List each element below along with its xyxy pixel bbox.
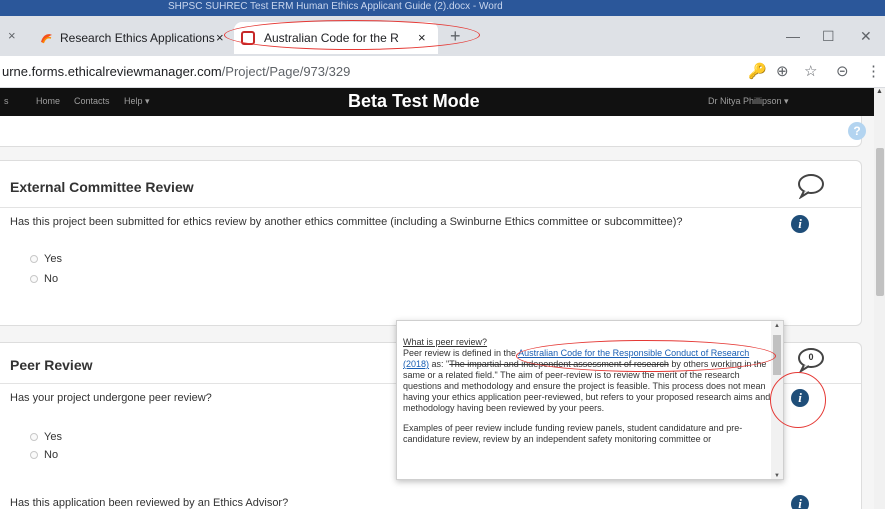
window-close-button[interactable]: ✕ [860,28,872,45]
star-icon[interactable]: ☆ [804,62,817,80]
comment-count: 0 [808,352,814,362]
annotation-oval-link [516,340,776,372]
radio-circle[interactable] [30,275,38,283]
section-title: External Committee Review [10,179,194,195]
radio-no[interactable]: No [30,449,58,461]
maximize-button[interactable]: ☐ [822,28,835,45]
minimize-button[interactable]: — [786,28,800,44]
tooltip-paragraph: Examples of peer review include funding … [403,423,743,444]
key-icon[interactable]: 🔑 [748,62,767,80]
tab-close-icon[interactable]: × [216,30,224,45]
radio-yes[interactable]: Yes [30,431,62,443]
radio-label: No [44,273,59,285]
app-navbar: s Home Contacts Help ▾ Beta Test Mode Dr… [0,88,874,116]
nav-item-home[interactable]: Home [36,96,60,106]
zoom-icon[interactable]: ⊕ [776,62,789,80]
section-divider [0,207,861,208]
previous-section-panel [0,116,862,147]
menu-icon[interactable]: ⋮ [866,62,881,80]
close-icon[interactable]: × [8,28,16,43]
url-host: urne.forms.ethicalreviewmanager.com [2,64,222,79]
radio-circle[interactable] [30,255,38,263]
annotation-oval-tab [224,20,480,50]
nav-item-contacts[interactable]: Contacts [74,96,110,106]
radio-label: Yes [44,431,62,443]
word-window-titlebar: SHPSC SUHREC Test ERM Human Ethics Appli… [0,0,885,16]
window-title: SHPSC SUHREC Test ERM Human Ethics Appli… [168,1,503,12]
annotation-circle-info [770,372,826,428]
scroll-up-icon[interactable]: ▲ [774,323,780,329]
info-icon[interactable]: i [791,495,809,509]
erm-logo-icon [41,34,52,44]
radio-circle[interactable] [30,451,38,459]
scroll-up-icon[interactable]: ▲ [876,88,883,95]
address-bar[interactable]: urne.forms.ethicalreviewmanager.com/Proj… [0,56,885,88]
tab-research-ethics[interactable]: Research Ethics Applications × [30,22,234,54]
beta-test-banner: Beta Test Mode [348,91,480,111]
account-icon[interactable]: ⊝ [836,62,849,80]
external-committee-review-panel: External Committee Review Has this proje… [0,160,862,326]
help-icon[interactable]: ? [848,122,866,140]
radio-no[interactable]: No [30,273,58,285]
comment-icon[interactable] [796,173,826,200]
radio-yes[interactable]: Yes [30,253,62,265]
comment-icon[interactable]: 0 [796,347,826,374]
url-path: /Project/Page/973/329 [221,64,351,79]
section-title: Peer Review [10,357,93,373]
text-run: Peer review is defined in the [403,348,519,358]
radio-label: Yes [44,253,62,265]
scrollbar-thumb[interactable] [876,148,884,296]
nav-item-partial[interactable]: s [4,96,9,106]
text-run: as: " [429,359,450,369]
nav-item-help[interactable]: Help ▾ [124,96,150,107]
page-scrollbar[interactable]: ▲ [874,88,885,509]
url-text[interactable]: urne.forms.ethicalreviewmanager.com/Proj… [2,64,350,79]
question-ethics-advisor: Has this application been reviewed by an… [10,497,289,509]
tab-label: Research Ethics Applications [60,31,215,45]
user-menu[interactable]: Dr Nitya Phillipson ▾ [708,96,789,107]
info-icon[interactable]: i [791,215,809,233]
radio-label: No [44,449,59,461]
question-peer-review: Has your project undergone peer review? [10,392,212,404]
radio-circle[interactable] [30,433,38,441]
question-external-review: Has this project been submitted for ethi… [10,216,683,228]
scroll-down-icon[interactable]: ▼ [774,473,780,479]
